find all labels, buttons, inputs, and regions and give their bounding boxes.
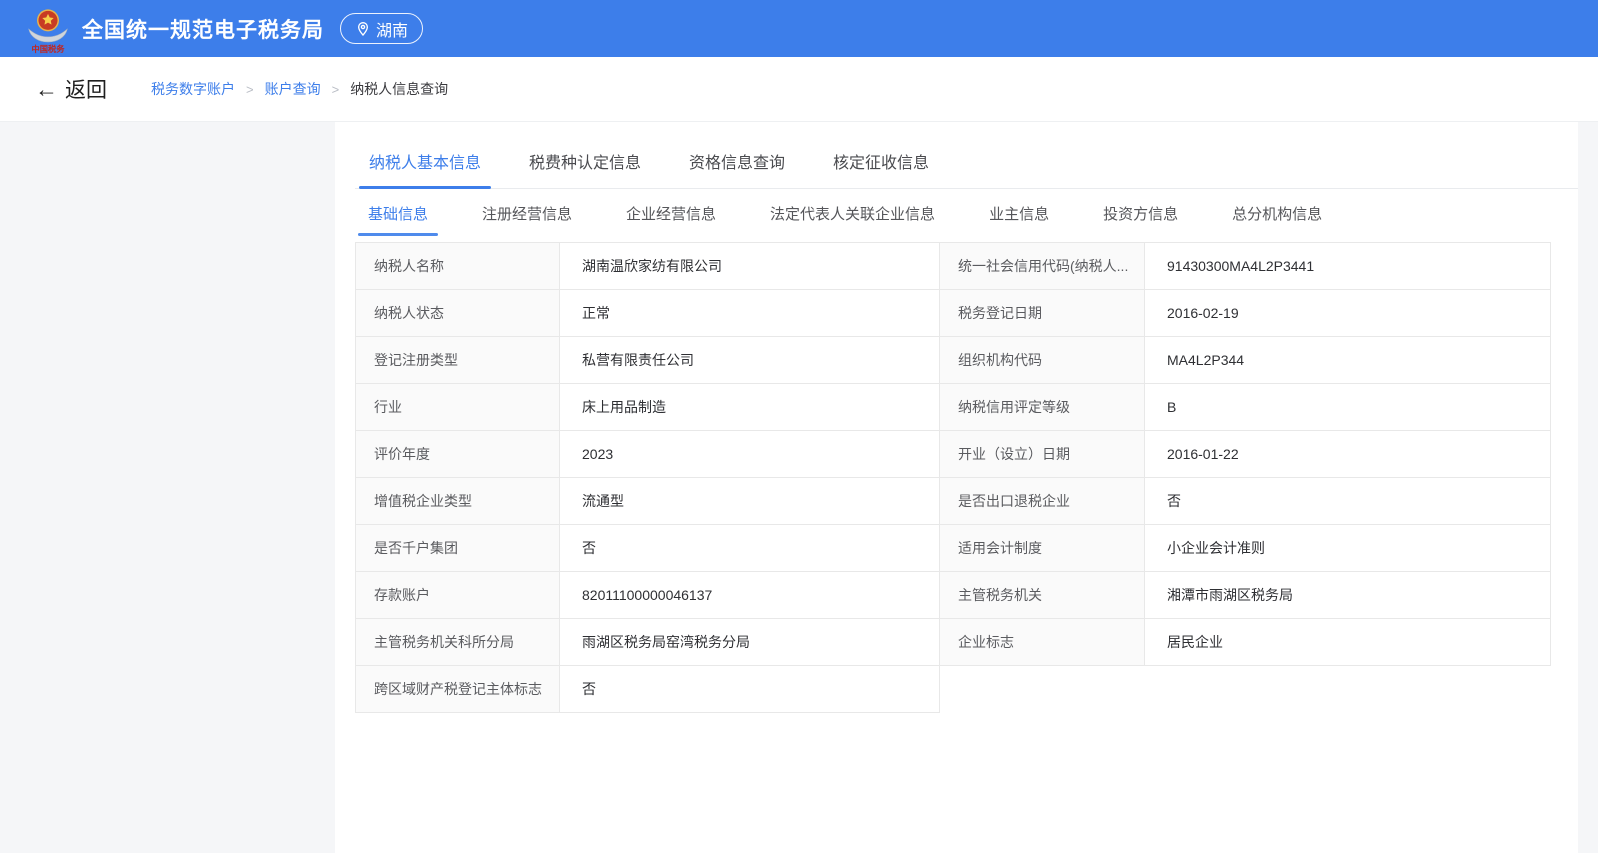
breadcrumb-bar: ← 返回 税务数字账户 > 账户查询 > 纳税人信息查询	[0, 57, 1598, 122]
tab-qualification-query[interactable]: 资格信息查询	[688, 145, 786, 188]
tax-emblem-logo: 中国税务	[26, 6, 70, 54]
left-panel	[0, 122, 335, 853]
field-value: 2016-01-22	[1145, 431, 1551, 478]
field-label: 组织机构代码	[940, 337, 1145, 384]
field-value: 正常	[560, 290, 940, 337]
tab-assessed-collection[interactable]: 核定征收信息	[832, 145, 930, 188]
logo-text: 中国税务	[32, 44, 66, 54]
table-row: 评价年度 2023 开业（设立）日期 2016-01-22	[355, 431, 1551, 478]
field-value: MA4L2P344	[1145, 337, 1551, 384]
field-value: 否	[560, 525, 940, 572]
left-arrow-icon: ←	[35, 78, 58, 101]
app-header: 中国税务 全国统一规范电子税务局 湖南	[0, 0, 1598, 57]
field-label: 纳税人状态	[355, 290, 560, 337]
field-value: 雨湖区税务局窑湾税务分局	[560, 619, 940, 666]
tab-taxpayer-basic-info[interactable]: 纳税人基本信息	[368, 145, 482, 188]
table-row: 纳税人状态 正常 税务登记日期 2016-02-19	[355, 290, 1551, 337]
table-row: 行业 床上用品制造 纳税信用评定等级 B	[355, 384, 1551, 431]
field-label: 企业标志	[940, 619, 1145, 666]
app-title: 全国统一规范电子税务局	[82, 14, 324, 44]
taxpayer-info-table: 纳税人名称 湖南温欣家纺有限公司 统一社会信用代码(纳税人... 9143030…	[355, 242, 1551, 713]
field-label: 登记注册类型	[355, 337, 560, 384]
field-label: 存款账户	[355, 572, 560, 619]
table-row: 存款账户 82011100000046137 主管税务机关 湘潭市雨湖区税务局	[355, 572, 1551, 619]
field-label: 是否千户集团	[355, 525, 560, 572]
breadcrumb-separator-icon: >	[246, 82, 254, 97]
location-pin-icon	[355, 21, 371, 37]
table-row: 跨区域财产税登记主体标志 否	[355, 666, 1551, 713]
field-label: 税务登记日期	[940, 290, 1145, 337]
breadcrumb-item-tax-digital-account[interactable]: 税务数字账户	[151, 79, 235, 99]
field-value: 湖南温欣家纺有限公司	[560, 243, 940, 290]
table-row: 是否千户集团 否 适用会计制度 小企业会计准则	[355, 525, 1551, 572]
field-value: 2023	[560, 431, 940, 478]
subtab-basic-info[interactable]: 基础信息	[358, 198, 438, 236]
field-label: 纳税人名称	[355, 243, 560, 290]
field-value: 否	[560, 666, 940, 713]
field-value: 91430300MA4L2P3441	[1145, 243, 1551, 290]
table-row: 登记注册类型 私营有限责任公司 组织机构代码 MA4L2P344	[355, 337, 1551, 384]
field-label: 是否出口退税企业	[940, 478, 1145, 525]
breadcrumb-item-current: 纳税人信息查询	[350, 79, 448, 99]
back-label: 返回	[65, 74, 107, 104]
breadcrumb-separator-icon: >	[332, 82, 340, 97]
field-label: 主管税务机关科所分局	[355, 619, 560, 666]
table-row: 增值税企业类型 流通型 是否出口退税企业 否	[355, 478, 1551, 525]
table-row: 主管税务机关科所分局 雨湖区税务局窑湾税务分局 企业标志 居民企业	[355, 619, 1551, 666]
field-value: 小企业会计准则	[1145, 525, 1551, 572]
sub-tabs: 基础信息 注册经营信息 企业经营信息 法定代表人关联企业信息 业主信息 投资方信…	[355, 198, 1578, 236]
field-value: 流通型	[560, 478, 940, 525]
field-label: 增值税企业类型	[355, 478, 560, 525]
content-panel: 纳税人基本信息 税费种认定信息 资格信息查询 核定征收信息 基础信息 注册经营信…	[335, 122, 1578, 853]
right-gutter	[1578, 122, 1598, 853]
field-label: 评价年度	[355, 431, 560, 478]
field-value: 2016-02-19	[1145, 290, 1551, 337]
tab-tax-type-determination[interactable]: 税费种认定信息	[528, 145, 642, 188]
region-label: 湖南	[376, 17, 408, 41]
field-label: 适用会计制度	[940, 525, 1145, 572]
back-button[interactable]: ← 返回	[35, 74, 107, 104]
breadcrumb: 税务数字账户 > 账户查询 > 纳税人信息查询	[151, 79, 448, 99]
field-label: 开业（设立）日期	[940, 431, 1145, 478]
subtab-head-branch-info[interactable]: 总分机构信息	[1222, 198, 1332, 236]
region-selector[interactable]: 湖南	[340, 13, 423, 44]
field-value: 私营有限责任公司	[560, 337, 940, 384]
table-row: 纳税人名称 湖南温欣家纺有限公司 统一社会信用代码(纳税人... 9143030…	[355, 243, 1551, 290]
subtab-investor-info[interactable]: 投资方信息	[1093, 198, 1188, 236]
field-value: 居民企业	[1145, 619, 1551, 666]
field-label: 统一社会信用代码(纳税人...	[940, 243, 1145, 290]
field-label: 纳税信用评定等级	[940, 384, 1145, 431]
field-label: 跨区域财产税登记主体标志	[355, 666, 560, 713]
field-value: 否	[1145, 478, 1551, 525]
subtab-registration-business[interactable]: 注册经营信息	[472, 198, 582, 236]
breadcrumb-item-account-query[interactable]: 账户查询	[265, 79, 321, 99]
field-value: 82011100000046137	[560, 572, 940, 619]
main-tabs: 纳税人基本信息 税费种认定信息 资格信息查询 核定征收信息	[355, 145, 1578, 189]
subtab-enterprise-business[interactable]: 企业经营信息	[616, 198, 726, 236]
subtab-owner-info[interactable]: 业主信息	[979, 198, 1059, 236]
main-area: 纳税人基本信息 税费种认定信息 资格信息查询 核定征收信息 基础信息 注册经营信…	[0, 122, 1598, 853]
field-value: 床上用品制造	[560, 384, 940, 431]
field-value: B	[1145, 384, 1551, 431]
field-label: 主管税务机关	[940, 572, 1145, 619]
field-label: 行业	[355, 384, 560, 431]
field-value: 湘潭市雨湖区税务局	[1145, 572, 1551, 619]
subtab-legal-rep-related[interactable]: 法定代表人关联企业信息	[760, 198, 945, 236]
